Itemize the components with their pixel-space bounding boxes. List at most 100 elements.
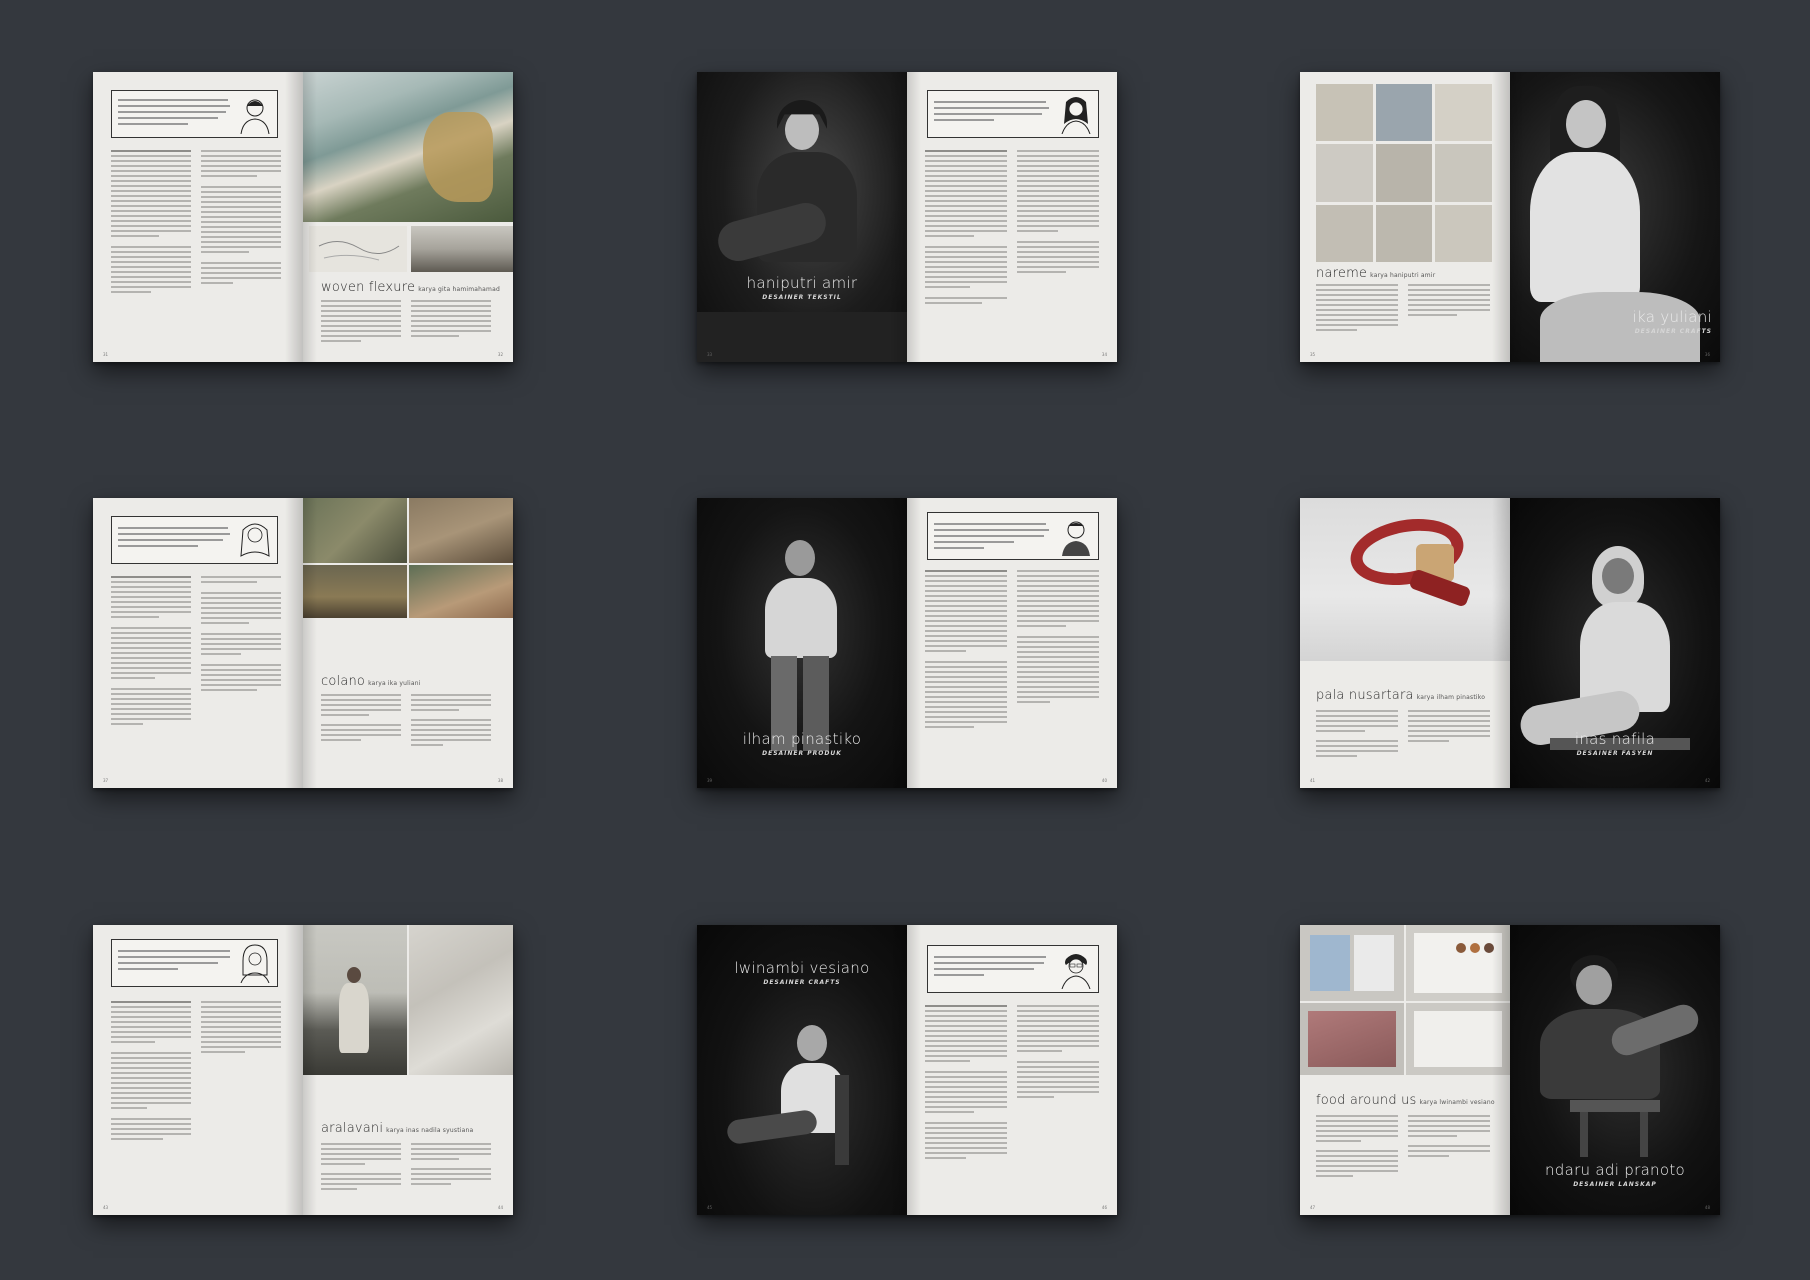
spread-title: colano karya ika yuliani xyxy=(321,674,421,689)
page-left-portrait: lwinambi vesiano DESAINER CRAFTS 45 xyxy=(697,925,907,1215)
designer-role: DESAINER PRODUK xyxy=(762,750,842,757)
portrait-sketch-icon xyxy=(1061,954,1091,989)
page-number: 37 xyxy=(103,778,109,783)
page-right-portrait: ika yuliani DESAINER CRAFTS 36 xyxy=(1510,72,1720,362)
page-number: 33 xyxy=(707,352,713,357)
page-right-photos: colano karya ika yuliani 38 xyxy=(303,498,513,788)
designer-name: haniputri amir xyxy=(746,274,858,292)
beach-photo xyxy=(303,72,513,222)
page-left-books: food around us karya lwinambi vesiano 47 xyxy=(1300,925,1510,1215)
page-number: 42 xyxy=(1704,778,1710,783)
book-photo-2 xyxy=(1406,925,1510,1001)
portrait-sketch-icon xyxy=(240,523,270,557)
designer-role: DESAINER TEKSTIL xyxy=(762,294,842,301)
title-text: aralavani xyxy=(321,1121,384,1136)
designer-role: DESAINER FASYEN xyxy=(1576,750,1654,757)
page-number: 36 xyxy=(1704,352,1710,357)
group-photo xyxy=(303,565,407,618)
sketch-photo xyxy=(309,226,407,272)
page-number: 47 xyxy=(1310,1205,1316,1210)
textile-photo xyxy=(409,925,513,1075)
spread-woven-flexure[interactable]: 31 woven flexure karya gita hamimahamad 3… xyxy=(93,72,513,362)
portrait-sketch-icon xyxy=(240,99,270,134)
spread-ilham-pinastiko[interactable]: ilham pinastiko DESAINER PRODUK 39 40 xyxy=(697,498,1117,788)
spread-title: nareme karya haniputri amir xyxy=(1316,266,1435,281)
spread-title: aralavani karya inas nadila syustiana xyxy=(321,1121,473,1136)
title-text: nareme xyxy=(1316,266,1368,281)
page-number: 34 xyxy=(1101,352,1107,357)
page-right-text: 46 xyxy=(907,925,1117,1215)
designer-role: DESAINER CRAFTS xyxy=(1634,328,1712,335)
page-right-text: 40 xyxy=(907,498,1117,788)
spread-aralavani[interactable]: 43 aralavani karya inas nadila syustiana … xyxy=(93,925,513,1215)
designer-role: DESAINER CRAFTS xyxy=(763,979,841,986)
quote-box xyxy=(111,90,278,138)
subtitle-text: karya ika yuliani xyxy=(368,680,421,687)
page-left-portrait: ilham pinastiko DESAINER PRODUK 39 xyxy=(697,498,907,788)
page-left-text: 37 xyxy=(93,498,303,788)
portrait-sketch-icon xyxy=(1061,97,1091,134)
page-left-text: 31 xyxy=(93,72,303,362)
page-number: 46 xyxy=(1101,1205,1107,1210)
page-number: 45 xyxy=(707,1205,713,1210)
quote-box xyxy=(927,512,1099,560)
book-photo-4 xyxy=(1406,1003,1510,1075)
bamboo-photo xyxy=(303,498,407,563)
workshop-photo xyxy=(409,498,513,563)
page-right-portrait: ndaru adi pranoto DESAINER LANSKAP 48 xyxy=(1510,925,1720,1215)
quote-box xyxy=(111,939,278,987)
page-number: 39 xyxy=(707,778,713,783)
spread-lwinambi-vesiano[interactable]: lwinambi vesiano DESAINER CRAFTS 45 46 xyxy=(697,925,1117,1215)
page-left-portrait: haniputri amir DESAINER TEKSTIL 33 xyxy=(697,72,907,362)
designer-name: inas nafila xyxy=(1574,730,1656,748)
page-number: 31 xyxy=(103,352,109,357)
book-photo-3 xyxy=(1300,1003,1404,1075)
subtitle-text: karya gita hamimahamad xyxy=(418,286,500,293)
subtitle-text: karya inas nadila syustiana xyxy=(386,1127,474,1134)
title-text: food around us xyxy=(1316,1093,1417,1108)
page-number: 40 xyxy=(1101,778,1107,783)
model-photo xyxy=(303,925,407,1075)
portrait-sketch-icon xyxy=(240,944,270,983)
page-number: 38 xyxy=(497,778,503,783)
spread-title: pala nusartara karya ilham pinastiko xyxy=(1316,688,1485,703)
quote-box xyxy=(927,90,1099,138)
page-number: 44 xyxy=(497,1205,503,1210)
subtitle-text: karya ilham pinastiko xyxy=(1416,694,1486,701)
spread-title: woven flexure karya gita hamimahamad xyxy=(321,280,500,295)
title-text: woven flexure xyxy=(321,280,416,295)
designer-name: ilham pinastiko xyxy=(742,730,862,748)
landscape-photo xyxy=(411,226,513,272)
designer-name: ika yuliani xyxy=(1632,308,1712,326)
portrait-photo xyxy=(697,72,907,362)
subtitle-text: karya haniputri amir xyxy=(1370,272,1436,279)
portrait-sketch-icon xyxy=(1062,521,1090,556)
page-number: 32 xyxy=(497,352,503,357)
spread-title: food around us karya lwinambi vesiano xyxy=(1316,1093,1495,1108)
designer-name: lwinambi vesiano xyxy=(734,959,870,977)
spread-nareme[interactable]: nareme karya haniputri amir 35 ika yulian… xyxy=(1300,72,1720,362)
page-right-photos: woven flexure karya gita hamimahamad 32 xyxy=(303,72,513,362)
quote-box xyxy=(927,945,1099,993)
spread-food-around-us[interactable]: food around us karya lwinambi vesiano 47 … xyxy=(1300,925,1720,1215)
title-text: colano xyxy=(321,674,366,689)
book-photo-1 xyxy=(1300,925,1404,1001)
page-number: 43 xyxy=(103,1205,109,1210)
quote-box xyxy=(111,516,278,564)
title-text: pala nusartara xyxy=(1316,688,1414,703)
page-left-text: 43 xyxy=(93,925,303,1215)
page-left-product: pala nusartara karya ilham pinastiko 41 xyxy=(1300,498,1510,788)
page-left-products: nareme karya haniputri amir 35 xyxy=(1300,72,1510,362)
designer-name: ndaru adi pranoto xyxy=(1544,1161,1686,1179)
page-right-text: 34 xyxy=(907,72,1117,362)
page-number: 35 xyxy=(1310,352,1316,357)
page-right-portrait: inas nafila DESAINER FASYEN 42 xyxy=(1510,498,1720,788)
product-grid xyxy=(1316,84,1492,262)
spread-pala-nusantara[interactable]: pala nusartara karya ilham pinastiko 41 i… xyxy=(1300,498,1720,788)
spread-colano[interactable]: 37 colano karya ika yuliani 38 xyxy=(93,498,513,788)
page-number: 41 xyxy=(1310,778,1316,783)
spread-haniputri-amir[interactable]: haniputri amir DESAINER TEKSTIL 33 34 xyxy=(697,72,1117,362)
page-right-photos: aralavani karya inas nadila syustiana 44 xyxy=(303,925,513,1215)
children-photo xyxy=(409,565,513,618)
designer-role: DESAINER LANSKAP xyxy=(1573,1181,1657,1188)
